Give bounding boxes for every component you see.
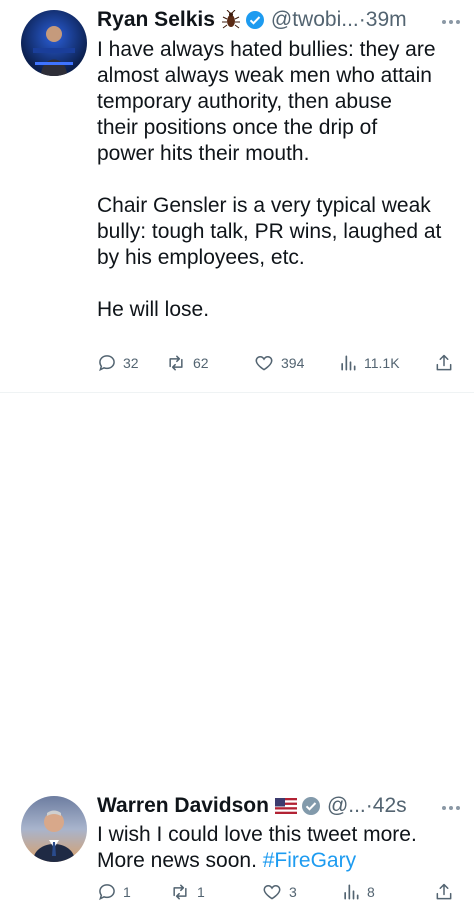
views-count: 11.1K xyxy=(364,355,400,371)
text-line: He will lose. xyxy=(97,298,210,321)
us-flag-icon xyxy=(274,798,297,814)
heart-icon xyxy=(263,884,281,900)
tweet-actions: 32 62 394 11.1K xyxy=(97,353,454,373)
text-line: temporary authority, then abuse xyxy=(97,90,392,113)
like-count: 3 xyxy=(289,884,297,900)
share-icon xyxy=(436,883,452,900)
reply-icon xyxy=(99,355,115,372)
text-line: I have always hated bullies: they are xyxy=(97,38,436,61)
reply-button[interactable]: 1 xyxy=(97,882,169,902)
more-options-icon[interactable] xyxy=(442,806,460,810)
reply-count: 1 xyxy=(123,884,131,900)
verified-badge-icon xyxy=(245,10,265,30)
views-chart-icon xyxy=(341,355,356,371)
tweet-paragraph: I have always hated bullies: they are al… xyxy=(97,37,467,167)
views-button[interactable]: 8 xyxy=(341,882,433,902)
author-name[interactable]: Warren Davidson xyxy=(97,793,269,819)
text-line: by his employees, etc. xyxy=(97,246,305,269)
retweet-button[interactable]: 1 xyxy=(169,882,261,902)
text-line: power hits their mouth. xyxy=(97,142,310,165)
like-button[interactable]: 394 xyxy=(253,353,338,373)
text-line: Chair Gensler is a very typical weak xyxy=(97,194,431,217)
more-options-icon[interactable] xyxy=(442,20,460,24)
retweet-button[interactable]: 62 xyxy=(165,353,253,373)
heart-icon xyxy=(255,355,273,371)
tweet-paragraph: Chair Gensler is a very typical weak bul… xyxy=(97,193,467,271)
author-handle[interactable]: @twobi... xyxy=(271,7,359,33)
text-line: More news soon. xyxy=(97,849,263,872)
views-chart-icon xyxy=(344,884,359,900)
tweet-text: I have always hated bullies: they are al… xyxy=(97,37,467,323)
share-button[interactable] xyxy=(434,353,454,373)
timestamp[interactable]: 42s xyxy=(373,793,407,819)
share-button[interactable] xyxy=(434,882,454,902)
text-line: almost always weak men who attain xyxy=(97,64,432,87)
tweet-warren-davidson[interactable]: Warren Davidson @... · 42s I wish I coul… xyxy=(0,392,474,901)
retweet-icon xyxy=(173,884,187,900)
text-line: their positions once the drip of xyxy=(97,116,378,139)
tweet-text: I wish I could love this tweet more. Mor… xyxy=(97,822,467,874)
author-name[interactable]: Ryan Selkis xyxy=(97,7,215,33)
views-count: 8 xyxy=(367,884,375,900)
verified-badge-icon xyxy=(301,796,321,816)
author-handle[interactable]: @... xyxy=(327,793,366,819)
timestamp[interactable]: 39m xyxy=(366,7,407,33)
like-count: 394 xyxy=(281,355,305,371)
text-line: bully: tough talk, PR wins, laughed at xyxy=(97,220,442,243)
tweet-actions: 1 1 3 8 xyxy=(97,882,454,902)
hashtag-link[interactable]: #FireGary xyxy=(263,849,356,872)
share-icon xyxy=(436,354,452,371)
tweet-ryan-selkis[interactable]: Ryan Selkis @twobi... · 39m I have alway… xyxy=(0,0,474,392)
like-button[interactable]: 3 xyxy=(261,882,341,902)
separator-dot: · xyxy=(358,8,366,31)
reply-icon xyxy=(99,884,115,901)
tweet-paragraph: He will lose. xyxy=(97,297,467,323)
retweet-count: 1 xyxy=(197,884,205,900)
views-button[interactable]: 11.1K xyxy=(338,353,430,373)
avatar[interactable] xyxy=(21,796,87,862)
reply-count: 32 xyxy=(123,355,139,371)
avatar[interactable] xyxy=(21,10,87,76)
text-line: I wish I could love this tweet more. xyxy=(97,823,417,846)
retweet-count: 62 xyxy=(193,355,209,371)
retweet-icon xyxy=(169,355,183,371)
separator-dot: · xyxy=(365,794,373,817)
cockroach-icon xyxy=(221,10,241,30)
reply-button[interactable]: 32 xyxy=(97,353,165,373)
